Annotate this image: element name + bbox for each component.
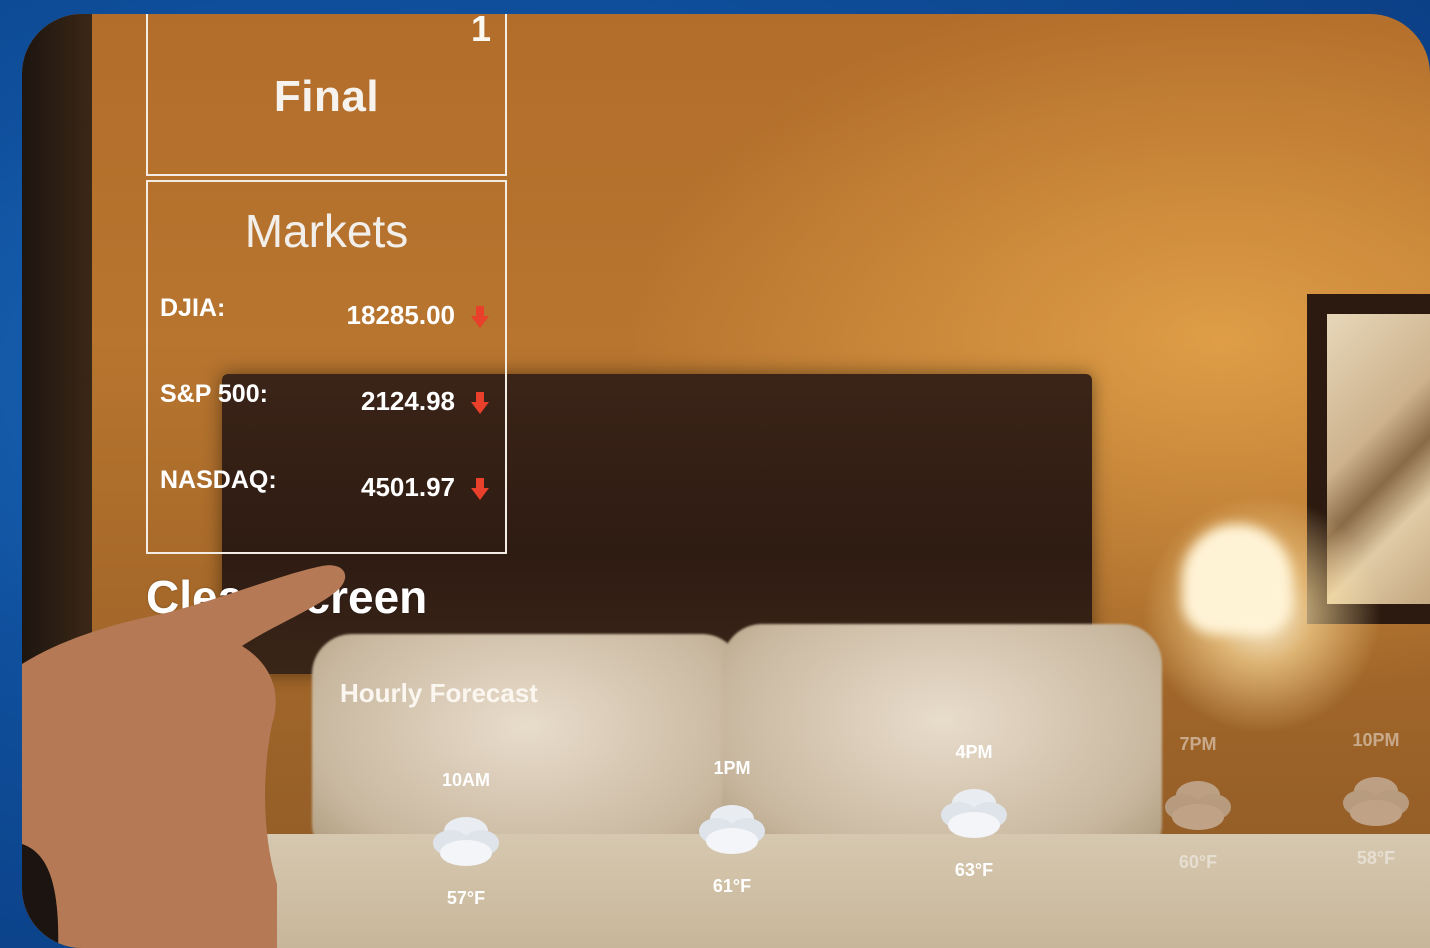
forecast-hour: 7PM 60°F — [1148, 734, 1248, 873]
forecast-time: 1PM — [713, 758, 751, 778]
markets-title: Markets — [244, 205, 409, 257]
forecast-temp: 63°F — [954, 860, 994, 880]
forecast-time: 10AM — [441, 770, 490, 790]
forecast-time: 10PM — [1352, 730, 1400, 750]
market-value: 2124.98 — [361, 386, 455, 416]
scoreboard-panel: 1 Final — [146, 14, 507, 176]
market-value: 18285.00 — [346, 300, 455, 330]
smart-mirror-photo: 1 Final Markets DJIA: 18285.00 S&P 500: … — [22, 14, 1430, 948]
forecast-hour: 10AM 57°F — [416, 770, 516, 909]
cloud-icon — [699, 805, 765, 854]
forecast-time: 4PM — [955, 742, 993, 762]
pointing-hand — [22, 565, 346, 948]
arrow-down-icon — [471, 392, 489, 414]
markets-panel: Markets DJIA: 18285.00 S&P 500: 2124.98 … — [146, 180, 507, 554]
forecast-temp: 57°F — [446, 888, 486, 908]
game-status: Final — [273, 72, 380, 121]
cloud-icon — [433, 817, 499, 866]
forecast-temp: 58°F — [1356, 848, 1396, 868]
market-name: DJIA: — [160, 294, 226, 322]
forecast-temp: 60°F — [1178, 852, 1218, 872]
cloud-icon — [1165, 781, 1231, 830]
forecast-hour: 1PM 61°F — [682, 758, 782, 897]
forecast-hour: 10PM 58°F — [1326, 730, 1426, 869]
forecast-time: 7PM — [1179, 734, 1217, 754]
market-row-sp500: S&P 500: 2124.98 — [160, 380, 495, 420]
score-digit: 1 — [470, 14, 491, 49]
market-value: 4501.97 — [361, 472, 455, 502]
market-row-djia: DJIA: 18285.00 — [160, 294, 495, 334]
lamp — [1182, 524, 1292, 634]
market-name: NASDAQ: — [160, 466, 277, 494]
cloud-icon — [1343, 777, 1409, 826]
arrow-down-icon — [471, 306, 489, 328]
forecast-temp: 61°F — [712, 876, 752, 896]
market-row-nasdaq: NASDAQ: 4501.97 — [160, 466, 495, 506]
arrow-down-icon — [471, 478, 489, 500]
cloud-icon — [941, 789, 1007, 838]
forecast-hour: 4PM 63°F — [924, 742, 1024, 881]
market-name: S&P 500: — [160, 380, 268, 408]
